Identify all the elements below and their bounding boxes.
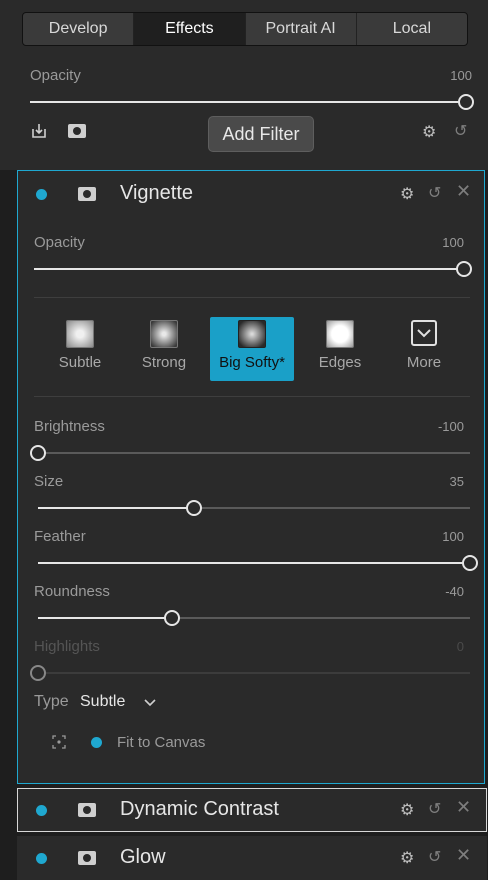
reset-icon[interactable]: ↺ (428, 183, 441, 203)
tab-portrait-ai[interactable]: Portrait AI (246, 13, 357, 45)
mask-icon[interactable] (78, 851, 96, 865)
fit-to-canvas-toggle[interactable] (91, 737, 102, 748)
preset-thumbnail (326, 320, 354, 348)
roundness-value: -40 (445, 584, 464, 599)
mask-icon[interactable] (78, 803, 96, 817)
highlights-slider-knob[interactable] (30, 665, 46, 681)
feather-value: 100 (442, 529, 464, 544)
tab-effects[interactable]: Effects (134, 13, 246, 45)
brightness-value: -100 (437, 419, 464, 434)
reset-icon[interactable]: ↺ (454, 121, 467, 141)
close-icon[interactable]: ✕ (456, 845, 471, 866)
chevron-down-icon (411, 320, 437, 346)
preset-label: Big Softy* (219, 354, 285, 371)
preset-big-softy[interactable]: Big Softy* (210, 320, 294, 371)
preset-thumbnail (238, 320, 266, 348)
preset-label: Edges (318, 354, 362, 371)
fit-to-canvas-label: Fit to Canvas (117, 734, 206, 751)
gear-icon[interactable]: ⚙ (400, 184, 414, 204)
opacity-value: 100 (450, 68, 472, 83)
preset-strong[interactable]: Strong (122, 320, 206, 371)
feather-slider-knob[interactable] (462, 555, 478, 571)
highlights-label: Highlights (34, 638, 100, 655)
preset-thumbnail (150, 320, 178, 348)
brightness-label: Brightness (34, 418, 105, 435)
size-slider[interactable] (38, 500, 470, 516)
roundness-slider[interactable] (38, 610, 470, 626)
preset-label: Subtle (58, 354, 102, 371)
filter-title: Vignette (120, 182, 194, 204)
tab-local[interactable]: Local (357, 13, 467, 45)
size-value: 35 (449, 474, 464, 489)
enable-dot[interactable] (36, 805, 47, 816)
mask-icon[interactable] (78, 187, 96, 201)
enable-dot[interactable] (36, 189, 47, 200)
feather-slider[interactable] (38, 555, 478, 571)
brightness-slider-knob[interactable] (30, 445, 46, 461)
divider (34, 297, 470, 298)
size-label: Size (34, 473, 64, 490)
highlights-slider[interactable] (30, 665, 470, 681)
opacity-label: Opacity (30, 67, 81, 84)
vignette-opacity-value: 100 (442, 235, 464, 250)
vignette-opacity-knob[interactable] (456, 261, 472, 277)
close-icon[interactable]: ✕ (456, 181, 471, 202)
module-tabs: Develop Effects Portrait AI Local (22, 12, 468, 46)
gear-icon[interactable]: ⚙ (422, 122, 436, 142)
preset-thumbnail (66, 320, 94, 348)
add-filter-button[interactable]: Add Filter (208, 116, 314, 152)
reset-icon[interactable]: ↺ (428, 799, 441, 819)
vignette-opacity-slider[interactable] (34, 261, 472, 277)
size-slider-knob[interactable] (186, 500, 202, 516)
highlights-value: 0 (456, 639, 464, 654)
gear-icon[interactable]: ⚙ (400, 800, 414, 820)
type-dropdown[interactable]: Subtle (80, 693, 125, 711)
mask-icon[interactable] (68, 124, 86, 138)
preset-edges[interactable]: Edges (298, 320, 382, 371)
roundness-label: Roundness (34, 583, 110, 600)
feather-label: Feather (34, 528, 86, 545)
close-icon[interactable]: ✕ (456, 797, 471, 818)
type-label: Type (34, 693, 69, 710)
opacity-slider-knob[interactable] (458, 94, 474, 110)
reset-icon[interactable]: ↺ (428, 847, 441, 867)
brightness-slider[interactable] (30, 445, 470, 461)
preset-subtle[interactable]: Subtle (38, 320, 122, 371)
roundness-slider-knob[interactable] (164, 610, 180, 626)
enable-dot[interactable] (36, 853, 47, 864)
focus-icon (52, 735, 66, 749)
opacity-slider[interactable] (30, 94, 474, 110)
gear-icon[interactable]: ⚙ (400, 848, 414, 868)
divider (34, 396, 470, 397)
export-icon[interactable] (30, 122, 48, 140)
vignette-opacity-label: Opacity (34, 234, 85, 251)
preset-label: More (406, 354, 442, 371)
filter-title: Dynamic Contrast (120, 798, 279, 820)
filter-title: Glow (120, 846, 166, 868)
chevron-down-icon[interactable] (143, 696, 157, 708)
preset-label: Strong (141, 354, 187, 371)
preset-more[interactable]: More (382, 320, 466, 371)
tab-develop[interactable]: Develop (23, 13, 135, 45)
